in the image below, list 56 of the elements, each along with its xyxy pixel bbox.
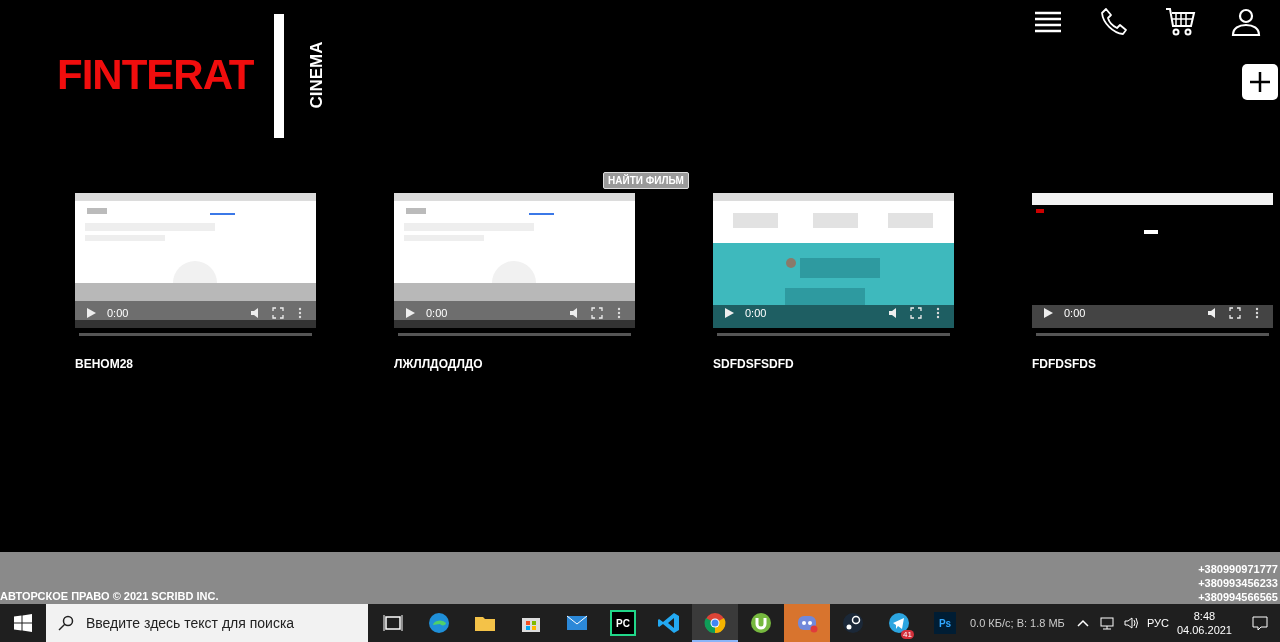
- logo-tagline: CINEMA: [306, 41, 327, 109]
- phone-icon[interactable]: [1098, 6, 1130, 38]
- video-title: SDFDSFSDFD: [713, 357, 795, 371]
- taskbar-search-field[interactable]: Введите здесь текст для поиска: [84, 614, 348, 632]
- video-progress-track[interactable]: [717, 333, 950, 336]
- video-progress-track[interactable]: [1036, 333, 1269, 336]
- steam-icon: [841, 611, 865, 635]
- torrent-icon: [749, 611, 773, 635]
- video-player[interactable]: 0:00: [394, 193, 635, 328]
- taskbar-search-box[interactable]: Введите здесь текст для поиска: [46, 604, 368, 642]
- ide-icon: PC: [610, 610, 636, 636]
- phone-number: +380990971777: [1198, 562, 1278, 576]
- video-time: 0:00: [426, 307, 448, 319]
- taskbar-app[interactable]: Ps: [922, 604, 968, 642]
- code-editor-icon: [657, 611, 681, 635]
- network-speed: 0.0 КБ/с; В: 1.8 МБ: [970, 617, 1065, 629]
- video-progress-track[interactable]: [79, 333, 312, 336]
- fullscreen-icon[interactable]: [910, 307, 922, 319]
- video-player[interactable]: 0:00: [1032, 193, 1273, 328]
- video-title: FDFDSFDS: [1032, 357, 1097, 371]
- video-time: 0:00: [107, 307, 129, 319]
- play-icon[interactable]: [1042, 307, 1054, 319]
- plus-icon: [1248, 70, 1272, 94]
- fullscreen-icon[interactable]: [272, 307, 284, 319]
- taskbar-app[interactable]: 41: [876, 604, 922, 642]
- notification-badge: 41: [901, 630, 914, 639]
- video-player[interactable]: 0:00: [75, 193, 316, 328]
- play-icon[interactable]: [723, 307, 735, 319]
- notification-icon[interactable]: [1252, 615, 1268, 631]
- fullscreen-icon[interactable]: [591, 307, 603, 319]
- browser-icon: [427, 611, 451, 635]
- taskbar-app[interactable]: [692, 604, 738, 642]
- language-indicator[interactable]: РУС: [1146, 617, 1169, 629]
- photo-editor-icon: Ps: [934, 612, 956, 634]
- network-icon[interactable]: [1098, 615, 1115, 631]
- logo-text: FINTERAT: [57, 51, 254, 99]
- phone-number: +380994566565: [1198, 590, 1278, 604]
- user-icon[interactable]: [1230, 6, 1262, 38]
- video-title: ЛЖЛЛДОДЛДО: [394, 357, 484, 371]
- clock[interactable]: 8:48 04.06.2021: [1176, 609, 1232, 637]
- paper-plane-icon: [887, 611, 911, 635]
- add-button[interactable]: [1242, 64, 1278, 100]
- video-time: 0:00: [745, 307, 767, 319]
- windows-icon: [14, 614, 32, 632]
- taskbar-app[interactable]: PC: [600, 604, 646, 642]
- video-time: 0:00: [1064, 307, 1086, 319]
- volume-icon[interactable]: [1122, 615, 1139, 631]
- copyright-text: АВТОРСКОЕ ПРАВО © 2021 SCRIBD INC.: [0, 590, 219, 604]
- phone-number: +380993456233: [1198, 576, 1278, 590]
- video-progress-track[interactable]: [398, 333, 631, 336]
- cart-icon[interactable]: [1164, 6, 1196, 38]
- video-player[interactable]: 0:00: [713, 193, 954, 328]
- video-title: ВЕНОМ28: [75, 357, 134, 371]
- search-icon: [58, 615, 74, 631]
- browser-icon: [703, 611, 727, 635]
- fullscreen-icon[interactable]: [1229, 307, 1241, 319]
